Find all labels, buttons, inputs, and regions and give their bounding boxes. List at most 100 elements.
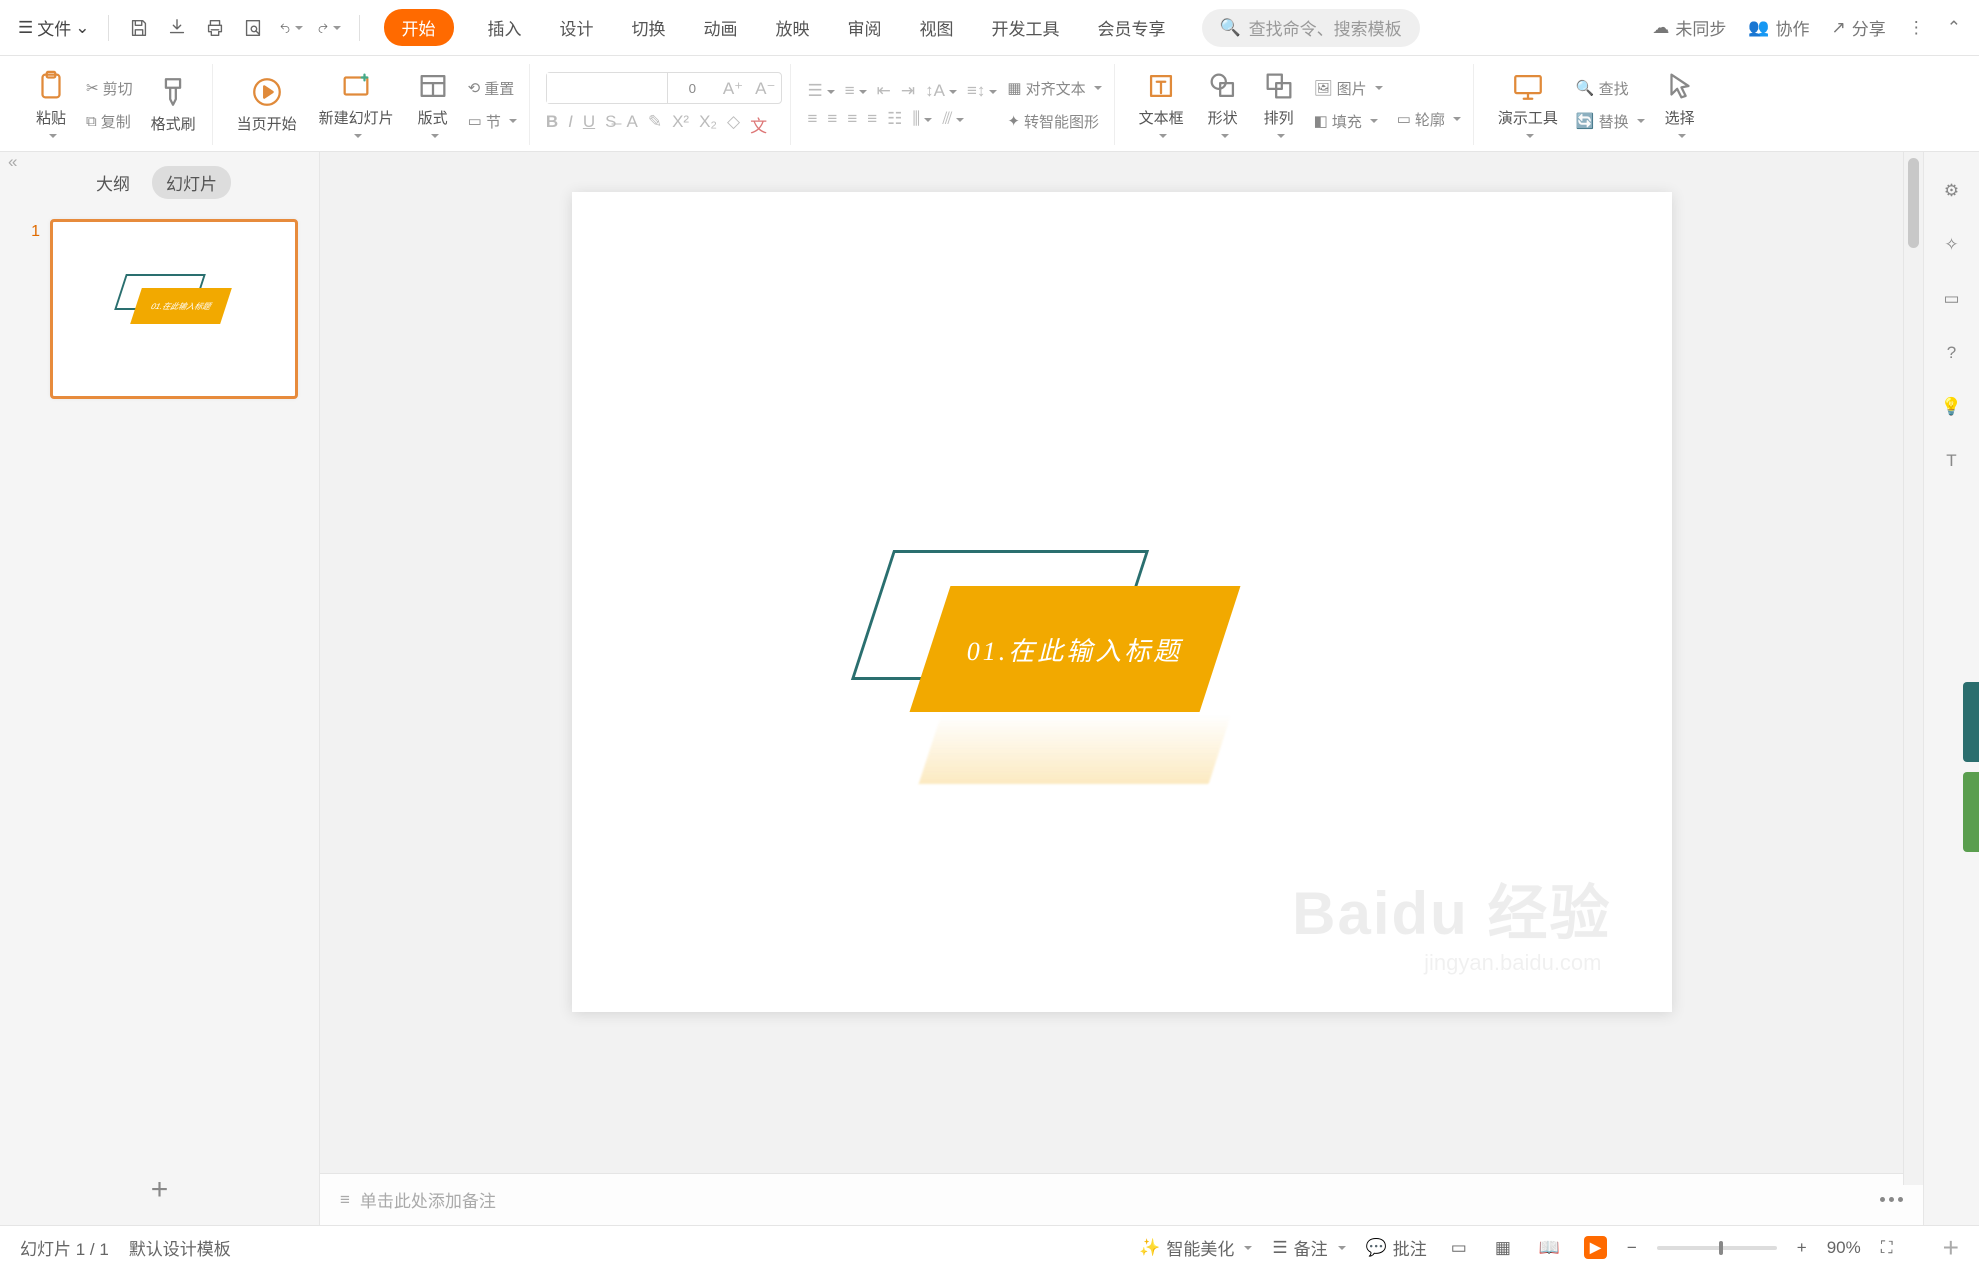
reading-view-icon[interactable]: 📖 xyxy=(1535,1234,1564,1262)
section-button[interactable]: ▭节 xyxy=(464,109,521,134)
align-justify-icon[interactable]: ≡ xyxy=(867,109,877,129)
from-current-button[interactable]: 当页开始 xyxy=(229,73,305,136)
columns-icon[interactable]: ☷ xyxy=(887,109,902,129)
copy-button[interactable]: ⧉复制 xyxy=(82,109,137,134)
tab-review[interactable]: 审阅 xyxy=(844,9,886,46)
tab-slides[interactable]: 幻灯片 xyxy=(152,166,231,199)
decrease-font-icon[interactable]: A⁻ xyxy=(749,73,781,103)
tab-slideshow[interactable]: 放映 xyxy=(772,9,814,46)
notes-toggle[interactable]: ☰备注 xyxy=(1272,1235,1345,1260)
tab-devtools[interactable]: 开发工具 xyxy=(988,9,1064,46)
notes-bar[interactable]: ≡ 单击此处添加备注 xyxy=(320,1173,1923,1225)
text-tool-icon[interactable]: T xyxy=(1939,448,1965,474)
font-name-input[interactable] xyxy=(547,73,667,103)
right-tab-2[interactable] xyxy=(1963,772,1979,852)
distribute-horiz-icon[interactable]: ⫻ xyxy=(942,109,964,129)
format-painter-button[interactable]: 格式刷 xyxy=(143,73,204,136)
tab-member[interactable]: 会员专享 xyxy=(1094,9,1170,46)
redo-button[interactable] xyxy=(317,16,341,40)
font-size-input[interactable] xyxy=(667,73,717,103)
print-preview-icon[interactable] xyxy=(241,16,265,40)
superscript-icon[interactable]: X² xyxy=(672,112,689,137)
tab-home[interactable]: 开始 xyxy=(384,9,454,46)
find-button[interactable]: 🔍查找 xyxy=(1572,76,1649,101)
paste-button[interactable]: 粘贴 xyxy=(26,67,76,142)
expand-button[interactable]: + xyxy=(1943,1232,1959,1264)
file-menu[interactable]: ☰ 文件 ⌄ xyxy=(18,15,90,40)
design-template[interactable]: 默认设计模板 xyxy=(129,1235,231,1260)
share-button[interactable]: ↗分享 xyxy=(1832,15,1886,40)
select-button[interactable]: 选择 xyxy=(1655,67,1705,142)
command-search[interactable]: 🔍 查找命令、搜索模板 xyxy=(1202,9,1420,47)
align-right-icon[interactable]: ≡ xyxy=(847,109,857,129)
text-direction-icon[interactable]: ↕A xyxy=(925,81,957,101)
layout-button[interactable]: 版式 xyxy=(408,67,458,142)
zoom-value[interactable]: 90% xyxy=(1827,1238,1861,1258)
tab-insert[interactable]: 插入 xyxy=(484,9,526,46)
phonetic-icon[interactable]: 文 xyxy=(750,112,767,137)
tab-transition[interactable]: 切换 xyxy=(628,9,670,46)
textbox-button[interactable]: 文本框 xyxy=(1131,67,1192,142)
new-slide-button[interactable]: 新建幻灯片 xyxy=(311,67,402,142)
slide-title-text[interactable]: 01.在此输入标题 xyxy=(930,586,1220,712)
distribute-vert-icon[interactable]: ⫼ xyxy=(912,109,932,129)
smartart-button[interactable]: ✦转智能图形 xyxy=(1003,109,1105,134)
thumbnail-1[interactable]: 01.在此输入标题 xyxy=(50,219,298,399)
subscript-icon[interactable]: X₂ xyxy=(699,112,717,137)
align-text-button[interactable]: ▦对齐文本 xyxy=(1003,76,1105,101)
reset-button[interactable]: ⟲重置 xyxy=(464,76,521,101)
print-icon[interactable] xyxy=(203,16,227,40)
star-icon[interactable]: ✧ xyxy=(1939,232,1965,258)
scrollbar-thumb[interactable] xyxy=(1908,158,1919,248)
tab-outline[interactable]: 大纲 xyxy=(88,166,138,199)
clear-format-icon[interactable]: ◇ xyxy=(727,112,740,137)
undo-button[interactable] xyxy=(279,16,303,40)
cut-button[interactable]: ✂剪切 xyxy=(82,76,137,101)
vertical-scrollbar[interactable] xyxy=(1903,152,1923,1185)
strike-icon[interactable]: S̶ xyxy=(605,112,616,137)
slide-canvas[interactable]: 01.在此输入标题 Baidu 经验 jingyan.baidu.com xyxy=(572,192,1672,1012)
canvas-scroll[interactable]: 01.在此输入标题 Baidu 经验 jingyan.baidu.com xyxy=(320,152,1923,1173)
idea-icon[interactable]: 💡 xyxy=(1939,394,1965,420)
arrange-button[interactable]: 排列 xyxy=(1254,67,1304,142)
collapse-ribbon-icon[interactable]: ⌃ xyxy=(1947,18,1961,38)
font-color-icon[interactable]: A xyxy=(626,112,637,137)
right-tab-1[interactable] xyxy=(1963,682,1979,762)
smart-beautify-button[interactable]: ✨智能美化 xyxy=(1139,1235,1252,1260)
increase-indent-icon[interactable]: ⇥ xyxy=(901,81,915,101)
collab-button[interactable]: 👥协作 xyxy=(1748,15,1809,40)
zoom-slider-thumb[interactable] xyxy=(1719,1241,1723,1255)
template-icon[interactable]: ▭ xyxy=(1939,286,1965,312)
present-tools-button[interactable]: 演示工具 xyxy=(1490,67,1566,142)
collapse-panel-icon[interactable]: « xyxy=(8,152,17,172)
comments-toggle[interactable]: 💬批注 xyxy=(1366,1235,1427,1260)
bold-icon[interactable]: B xyxy=(546,112,558,137)
replace-button[interactable]: 🔄替换 xyxy=(1572,109,1649,134)
line-spacing-icon[interactable]: ≡↕ xyxy=(967,81,997,101)
help-icon[interactable]: ? xyxy=(1939,340,1965,366)
underline-icon[interactable]: U xyxy=(583,112,595,137)
zoom-slider[interactable] xyxy=(1657,1246,1777,1250)
numbering-icon[interactable]: ≡ xyxy=(845,81,867,101)
tab-design[interactable]: 设计 xyxy=(556,9,598,46)
export-icon[interactable] xyxy=(165,16,189,40)
highlight-icon[interactable]: ✎ xyxy=(648,112,662,137)
picture-button[interactable]: 🖼图片 xyxy=(1310,76,1387,101)
zoom-out-button[interactable]: − xyxy=(1627,1238,1637,1258)
slide-counter[interactable]: 幻灯片 1 / 1 xyxy=(20,1235,109,1260)
sorter-view-icon[interactable]: ▦ xyxy=(1491,1234,1515,1262)
settings-icon[interactable]: ⚙ xyxy=(1939,178,1965,204)
align-center-icon[interactable]: ≡ xyxy=(827,109,837,129)
slideshow-view-icon[interactable]: ▶ xyxy=(1584,1236,1607,1259)
bullets-icon[interactable]: ☰ xyxy=(807,81,834,101)
save-icon[interactable] xyxy=(127,16,151,40)
shape-button[interactable]: 形状 xyxy=(1198,67,1248,142)
thumbnail-row[interactable]: 1 01.在此输入标题 xyxy=(20,219,299,399)
italic-icon[interactable]: I xyxy=(568,112,573,137)
zoom-in-button[interactable]: + xyxy=(1797,1238,1807,1258)
fit-window-icon[interactable]: ⛶ xyxy=(1881,1238,1893,1258)
notes-more-icon[interactable] xyxy=(1880,1197,1903,1202)
increase-font-icon[interactable]: A⁺ xyxy=(717,73,749,103)
decrease-indent-icon[interactable]: ⇤ xyxy=(877,81,891,101)
more-menu[interactable]: ⋮ xyxy=(1908,18,1925,38)
